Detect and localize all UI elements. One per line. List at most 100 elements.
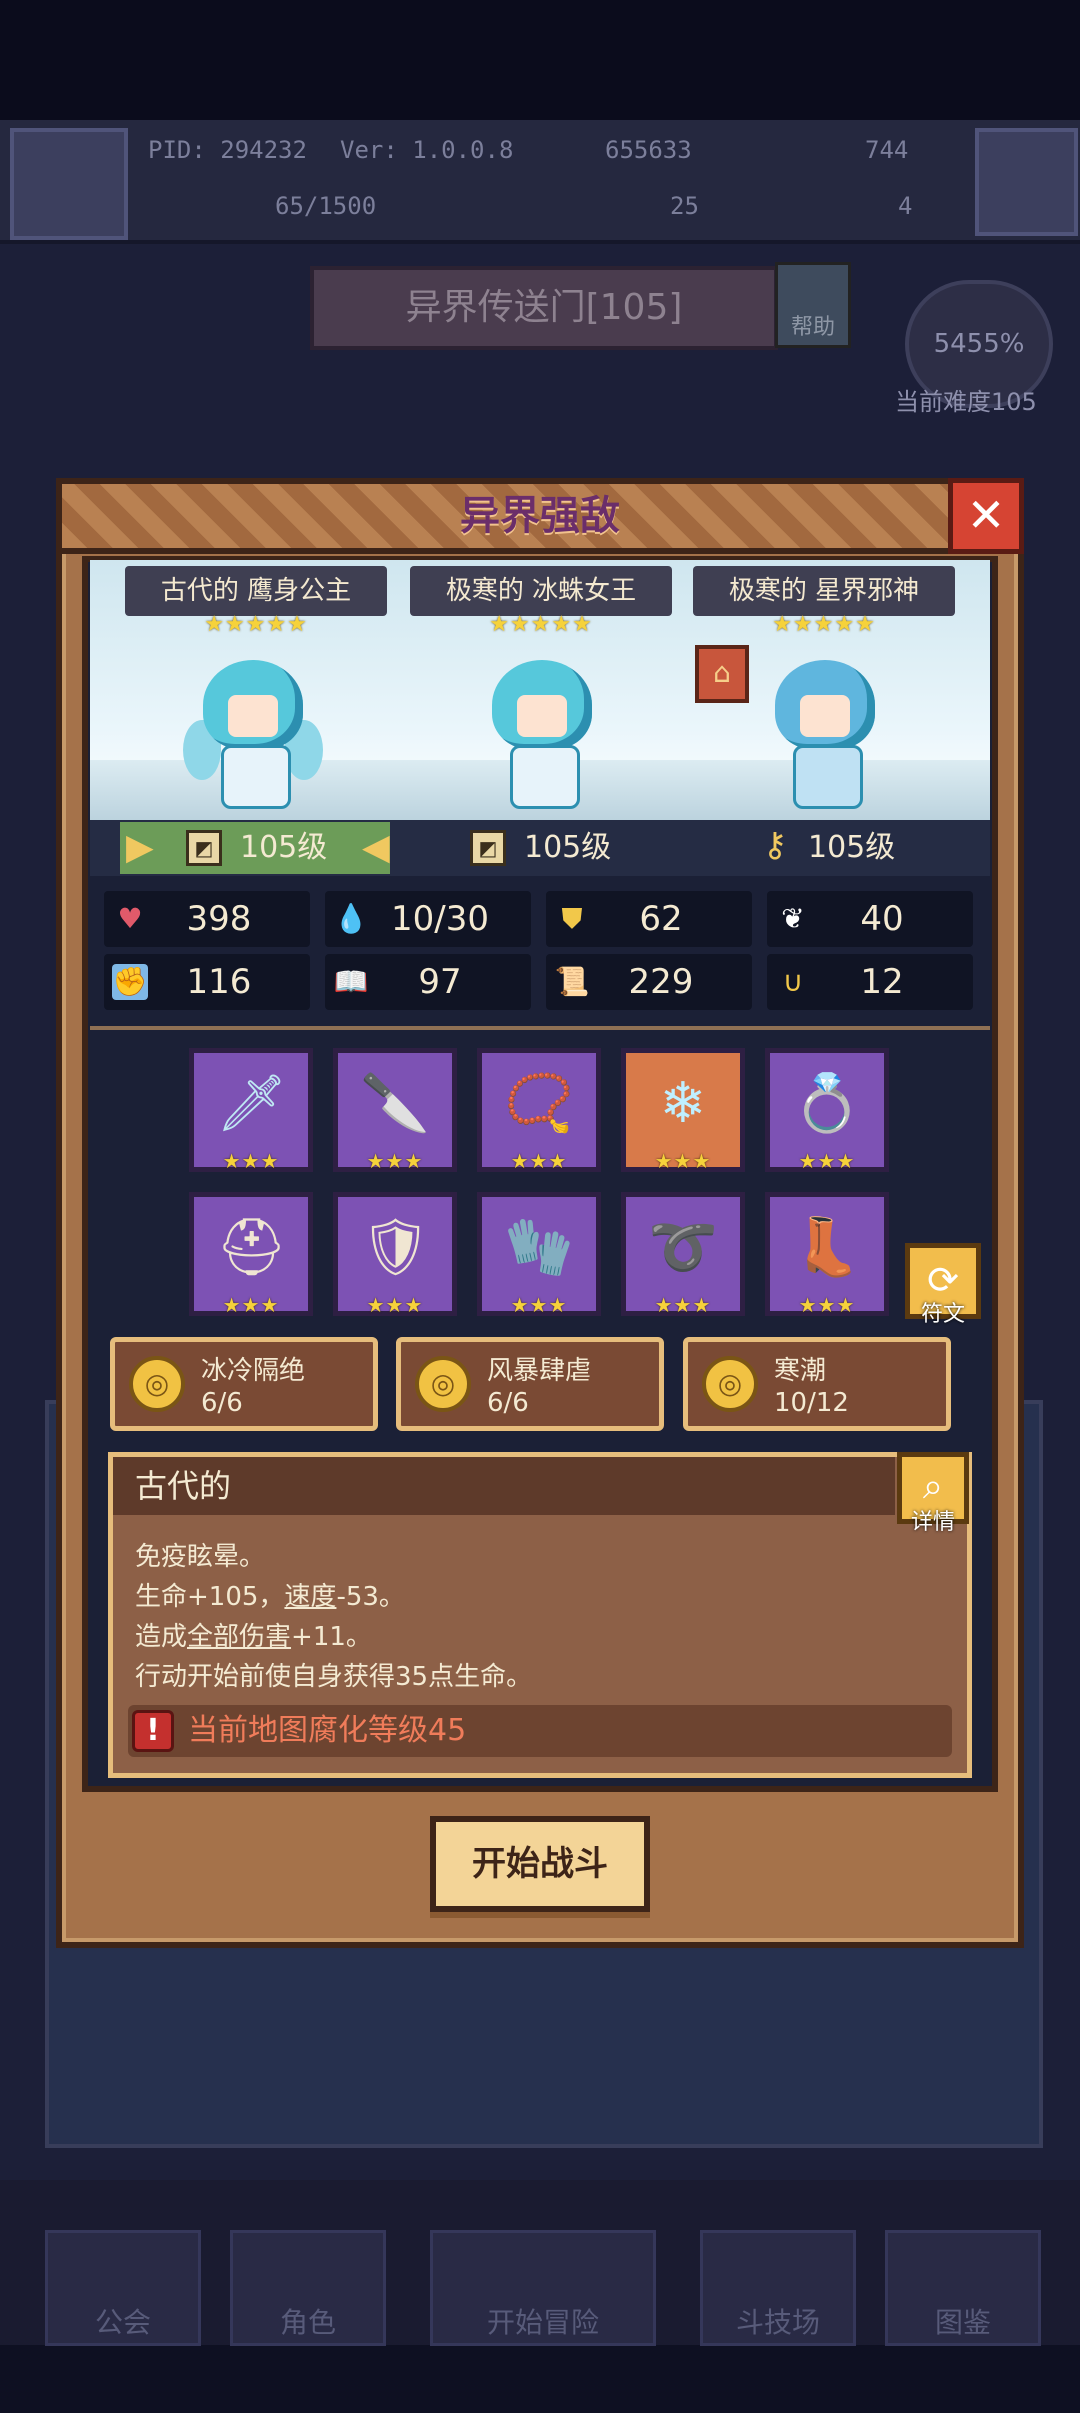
equip-ring[interactable]: 💍 ★★★ xyxy=(765,1048,889,1173)
set-card-3[interactable]: ◎ 寒潮 10/12 xyxy=(683,1337,951,1431)
equip-armor[interactable]: 🛡 ★★★ xyxy=(333,1192,457,1317)
set-count: 6/6 xyxy=(487,1388,529,1418)
enemy-level-2[interactable]: 105级 xyxy=(524,822,611,874)
equip-stars: ★★★ xyxy=(654,1149,712,1173)
enemy-name-2: 极寒的 冰蛛女王 xyxy=(410,566,672,616)
affix-line-3: 造成全部伤害+11。 xyxy=(135,1616,372,1653)
equip-stars: ★★★ xyxy=(222,1149,280,1173)
stat-mana: 💧 10/30 xyxy=(325,891,531,947)
equip-helmet[interactable]: ⛑ ★★★ xyxy=(189,1192,313,1317)
stat-speed: ❦ 40 xyxy=(767,891,973,947)
body-shape xyxy=(221,745,291,809)
fist-icon: ✊ xyxy=(112,964,148,1000)
affix-line-4: 行动开始前使自身获得35点生命。 xyxy=(135,1662,533,1692)
stat-resist: 📜 229 xyxy=(546,954,752,1010)
affix-text: -53。 xyxy=(336,1582,405,1612)
set-name: 冰冷隔绝 xyxy=(201,1356,306,1386)
enemy-stars-2: ★★★★★ xyxy=(489,612,593,637)
difficulty-label: 当前难度105 xyxy=(895,388,1037,416)
stat-luck: ∪ 12 xyxy=(767,954,973,1010)
keyword-all-damage[interactable]: 全部伤害 xyxy=(187,1622,291,1652)
nav-start-adventure: 开始冒险 xyxy=(430,2230,656,2346)
body-shape xyxy=(510,745,580,809)
body-shape xyxy=(793,745,863,809)
keyword-speed[interactable]: 速度 xyxy=(284,1582,336,1612)
key-icon: ⚷ xyxy=(762,825,788,865)
set-card-2[interactable]: ◎ 风暴肆虐 6/6 xyxy=(396,1337,664,1431)
affix-text: 造成 xyxy=(135,1622,188,1652)
horseshoe-icon: ∪ xyxy=(782,965,804,998)
amulet-icon: 📿 xyxy=(504,1071,574,1136)
equip-stars: ★★★ xyxy=(510,1149,568,1173)
ice-crystal-icon: ❄ xyxy=(659,1071,707,1136)
equip-dagger[interactable]: 🔪 ★★★ xyxy=(333,1048,457,1173)
ring-icon: 💍 xyxy=(792,1071,862,1136)
set-count: 6/6 xyxy=(201,1388,243,1418)
stat-defense: ⛊ 62 xyxy=(546,891,752,947)
stat-magic: 📖 97 xyxy=(325,954,531,1010)
nav-guild: 公会 xyxy=(45,2230,201,2346)
wing-icon: ❦ xyxy=(781,902,805,935)
player-hud: PID: 294232 Ver: 1.0.0.8 65/1500 655633 … xyxy=(0,120,1080,244)
nav-character: 角色 xyxy=(230,2230,386,2346)
level-tile-icon: ◩ xyxy=(186,830,222,866)
affix-title: 古代的 xyxy=(135,1467,232,1505)
stat-value: 398 xyxy=(186,899,252,939)
player-id: PID: 294232 xyxy=(148,136,307,164)
enemy-stars-3: ★★★★★ xyxy=(772,612,876,637)
rune-label: 符文 xyxy=(920,1302,965,1327)
modal-title: 异界强敌 xyxy=(460,492,620,539)
close-button[interactable]: ✕ xyxy=(948,478,1024,554)
equip-amulet[interactable]: 📿 ★★★ xyxy=(477,1048,601,1173)
belt-icon: ➰ xyxy=(648,1215,718,1280)
level-tile-icon: ◩ xyxy=(470,830,506,866)
enemy-name-3: 极寒的 星界邪神 xyxy=(693,566,955,616)
boots-icon: 👢 xyxy=(792,1215,862,1280)
set-count: 10/12 xyxy=(774,1388,849,1418)
water-drop-icon: 💧 xyxy=(333,902,369,935)
enemy-level-3[interactable]: 105级 xyxy=(808,822,895,874)
stat-value: 40 xyxy=(860,899,904,939)
warning-icon: ! xyxy=(132,1710,174,1752)
equip-sword[interactable]: 🗡 ★★★ xyxy=(189,1048,313,1173)
helmet-icon: ⛑ xyxy=(216,1215,288,1280)
start-battle-button[interactable]: 开始战斗 xyxy=(430,1816,650,1912)
clover-count: 25 xyxy=(670,192,699,220)
equip-stars: ★★★ xyxy=(222,1293,280,1317)
equip-boots[interactable]: 👢 ★★★ xyxy=(765,1192,889,1317)
set-coin-icon: ◎ xyxy=(129,1356,185,1412)
enemy-stars-1: ★★★★★ xyxy=(204,612,308,637)
enemy-level-1[interactable]: 105级 xyxy=(240,822,327,874)
enemy-name-1: 古代的 鹰身公主 xyxy=(125,566,387,616)
equip-glove[interactable]: 🧤 ★★★ xyxy=(477,1192,601,1317)
portal-title: 异界传送门[105] xyxy=(310,266,778,350)
set-card-1[interactable]: ◎ 冰冷隔绝 6/6 xyxy=(110,1337,378,1431)
equip-stars: ★★★ xyxy=(798,1293,856,1317)
lock-icon: ⌂ xyxy=(695,645,749,703)
nav-arena: 斗技场 xyxy=(700,2230,856,2346)
nav-codex: 图鉴 xyxy=(885,2230,1041,2346)
set-coin-icon: ◎ xyxy=(702,1356,758,1412)
gold-count: 655633 xyxy=(605,136,692,164)
help-label: 帮助 xyxy=(790,315,835,340)
equip-stars: ★★★ xyxy=(798,1149,856,1173)
magnifier-icon: ⌕ xyxy=(922,1466,944,1507)
key-count: 4 xyxy=(898,192,913,220)
stat-value: 12 xyxy=(860,962,904,1002)
avatar xyxy=(10,128,128,240)
dagger-icon: 🔪 xyxy=(360,1071,430,1136)
status-strip xyxy=(0,0,1080,120)
face-shape xyxy=(517,695,567,737)
face-shape xyxy=(800,695,850,737)
equip-ice-crystal[interactable]: ❄ ★★★ xyxy=(621,1048,745,1173)
stat-value: 97 xyxy=(418,962,462,1002)
equip-belt[interactable]: ➰ ★★★ xyxy=(621,1192,745,1317)
affix-line-2: 生命+105，速度-53。 xyxy=(135,1576,405,1613)
exp-text: 65/1500 xyxy=(275,192,377,220)
enemy-sprite-1[interactable] xyxy=(183,660,323,810)
scroll-icon: 📜 xyxy=(554,965,590,998)
face-shape xyxy=(228,695,278,737)
set-name: 寒潮 xyxy=(774,1356,827,1386)
enemy-sprite-2[interactable] xyxy=(472,660,612,810)
enemy-sprite-3[interactable] xyxy=(755,660,895,810)
